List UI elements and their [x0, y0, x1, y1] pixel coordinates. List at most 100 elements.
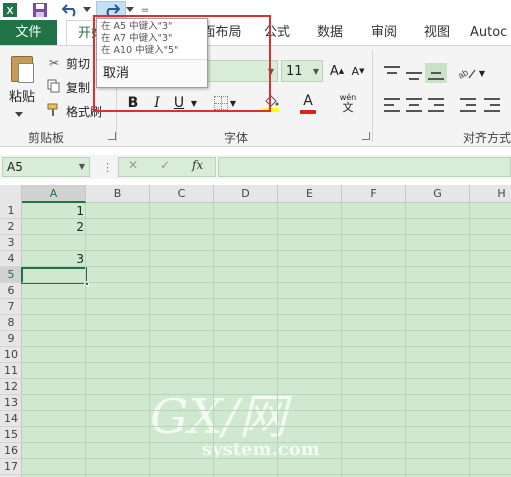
tab-data[interactable]: 数据: [312, 20, 348, 45]
gridline-horizontal: [22, 346, 511, 347]
row-header[interactable]: 6: [0, 283, 22, 299]
paint-bucket-icon: [265, 94, 279, 107]
paste-dropdown-icon[interactable]: [14, 110, 24, 120]
gridline-horizontal: [22, 394, 511, 395]
row-header[interactable]: 15: [0, 427, 22, 443]
gridline-horizontal: [22, 330, 511, 331]
underline-dropdown-icon[interactable]: ▼: [189, 92, 199, 114]
row-header[interactable]: 16: [0, 443, 22, 459]
undo-dropdown-icon[interactable]: [82, 1, 92, 19]
font-launcher-icon[interactable]: [362, 132, 370, 140]
column-header[interactable]: E: [278, 185, 342, 203]
name-box[interactable]: A5 ▼: [2, 157, 90, 177]
redo-icon[interactable]: [96, 1, 126, 19]
font-color-button[interactable]: A: [293, 92, 323, 114]
tab-file[interactable]: 文件: [0, 20, 57, 45]
format-painter-button[interactable]: 格式刷: [46, 102, 102, 120]
row-header[interactable]: 3: [0, 235, 22, 251]
format-painter-label: 格式刷: [66, 104, 103, 119]
select-all-corner[interactable]: [0, 185, 22, 203]
gridline-horizontal: [22, 474, 511, 475]
save-icon[interactable]: [32, 1, 48, 19]
column-header[interactable]: C: [150, 185, 214, 203]
underline-button[interactable]: U: [170, 92, 188, 114]
row-header[interactable]: 7: [0, 299, 22, 315]
row-header[interactable]: 17: [0, 459, 22, 475]
redo-cancel-item[interactable]: 取消: [97, 59, 207, 87]
fill-color-button[interactable]: [256, 92, 286, 114]
paste-button[interactable]: 粘贴: [4, 52, 40, 108]
worksheet-grid[interactable]: ABCDEFGH 1 2 3 4 5 6 7 8 9 10 11 12 13 14 15 16 17 123 G…: [0, 185, 511, 477]
row-header[interactable]: 11: [0, 363, 22, 379]
row-header[interactable]: 8: [0, 315, 22, 331]
redo-history-item[interactable]: 在 A7 中键入"3": [101, 33, 172, 44]
column-header[interactable]: G: [406, 185, 470, 203]
font-name-select[interactable]: ▼: [204, 60, 278, 82]
align-center-icon[interactable]: [406, 98, 422, 112]
font-color-swatch: [300, 109, 316, 114]
formula-bar-grip-icon[interactable]: ⋮: [102, 161, 113, 174]
clipboard-launcher-icon[interactable]: [108, 132, 116, 140]
font-size-select[interactable]: 11 ▼: [281, 60, 323, 82]
cancel-entry-icon[interactable]: ✕: [128, 158, 138, 172]
gridline-vertical: [213, 203, 214, 477]
redo-dropdown-icon[interactable]: [126, 1, 134, 19]
cut-button[interactable]: ✂ 剪切: [46, 54, 90, 72]
insert-function-icon[interactable]: fx: [192, 158, 203, 172]
tab-view[interactable]: 视图: [419, 20, 455, 45]
undo-icon[interactable]: [60, 1, 82, 19]
align-right-icon[interactable]: [428, 98, 444, 112]
redo-history-item[interactable]: 在 A10 中键入"5": [101, 45, 178, 56]
align-left-icon[interactable]: [384, 98, 400, 112]
cell-a2[interactable]: 2: [22, 219, 84, 235]
redo-history-item[interactable]: 在 A5 中键入"3": [101, 21, 172, 32]
watermark-logo: GX/网 system.com: [150, 389, 320, 460]
row-header[interactable]: 9: [0, 331, 22, 347]
formula-input[interactable]: [218, 157, 511, 177]
tab-formulas[interactable]: 公式: [259, 20, 295, 45]
row-header[interactable]: 12: [0, 379, 22, 395]
gridline-horizontal: [22, 378, 511, 379]
borders-button[interactable]: ▼: [212, 92, 238, 114]
align-bottom-icon[interactable]: [425, 63, 447, 83]
align-top-icon[interactable]: [384, 66, 400, 80]
shrink-font-button[interactable]: A ▼: [350, 60, 366, 82]
cell-a1[interactable]: 1: [22, 203, 84, 219]
row-header[interactable]: 5: [0, 267, 22, 283]
column-header[interactable]: D: [214, 185, 278, 203]
row-header[interactable]: 1: [0, 203, 22, 219]
ribbon-tabs: 文件 开始 面布局 公式 数据 审阅 视图 Autoc: [0, 20, 511, 45]
column-header[interactable]: H: [470, 185, 511, 203]
bold-button[interactable]: B: [124, 92, 142, 114]
row-header[interactable]: 4: [0, 251, 22, 267]
tab-autocad[interactable]: Autoc: [470, 20, 511, 45]
cell-a4[interactable]: 3: [22, 251, 84, 267]
cut-label: 剪切: [66, 56, 91, 71]
align-middle-icon[interactable]: [406, 66, 422, 80]
column-header[interactable]: F: [342, 185, 406, 203]
gridline-horizontal: [22, 234, 511, 235]
name-box-value: A5: [7, 160, 23, 174]
row-header[interactable]: 2: [0, 219, 22, 235]
increase-indent-icon[interactable]: [484, 98, 500, 112]
italic-button[interactable]: I: [148, 92, 166, 114]
gridline-vertical: [149, 203, 150, 477]
tab-review[interactable]: 审阅: [366, 20, 402, 45]
excel-logo-icon[interactable]: X: [2, 1, 18, 19]
grow-font-button[interactable]: A ▲: [329, 60, 345, 82]
decrease-indent-icon[interactable]: [460, 98, 476, 112]
customize-toolbar-button[interactable]: =: [140, 1, 150, 19]
phonetic-guide-button[interactable]: wén 文: [336, 90, 360, 116]
gridline-vertical: [469, 203, 470, 477]
gridline-vertical: [405, 203, 406, 477]
copy-button[interactable]: 复制: [46, 78, 90, 96]
enter-entry-icon[interactable]: ✓: [160, 158, 170, 172]
row-header[interactable]: 13: [0, 395, 22, 411]
orientation-button[interactable]: ab ▼: [456, 64, 486, 82]
font-size-value: 11: [286, 63, 303, 79]
column-header[interactable]: B: [86, 185, 150, 203]
row-header[interactable]: 10: [0, 347, 22, 363]
row-header[interactable]: 14: [0, 411, 22, 427]
column-header[interactable]: A: [22, 185, 86, 203]
group-separator: [372, 50, 373, 142]
